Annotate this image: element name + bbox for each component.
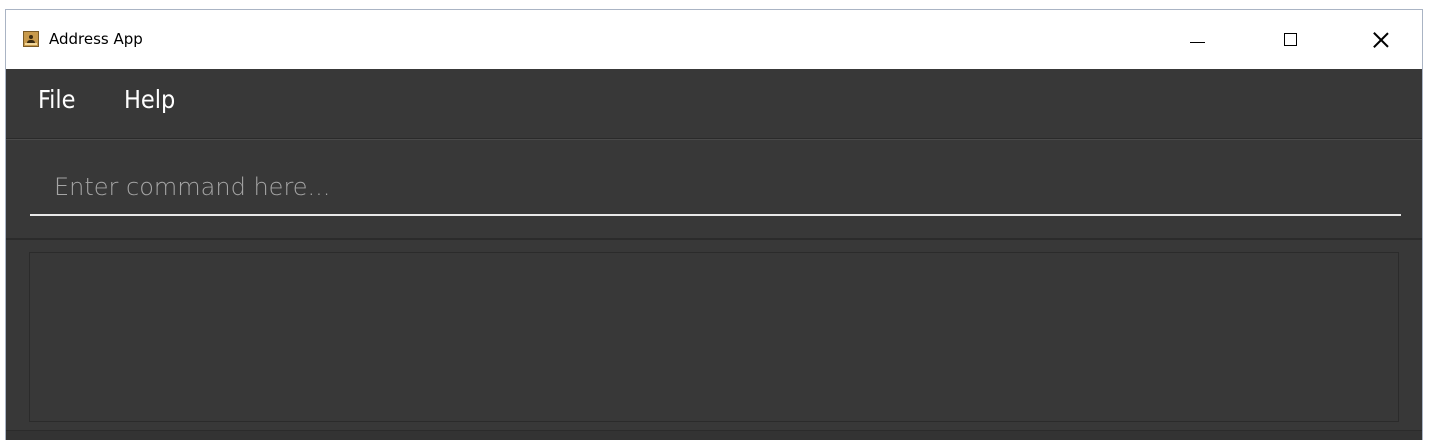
divider — [6, 238, 1422, 240]
command-box — [6, 139, 1422, 239]
minimize-button[interactable] — [1174, 10, 1220, 69]
title-bar[interactable]: Address App — [6, 10, 1422, 69]
command-input[interactable] — [30, 160, 1401, 216]
app-window: Address App File Help — [6, 10, 1422, 440]
menu-bar: File Help — [6, 69, 1422, 139]
bottom-panel-edge — [6, 430, 1422, 440]
window-title: Address App — [49, 30, 143, 48]
close-icon — [1373, 32, 1389, 48]
maximize-button[interactable] — [1267, 10, 1313, 69]
menu-help[interactable]: Help — [124, 85, 175, 114]
maximize-icon — [1283, 33, 1297, 46]
minimize-icon — [1189, 42, 1205, 43]
menu-file[interactable]: File — [38, 85, 75, 114]
result-display — [29, 252, 1399, 422]
address-book-icon — [23, 31, 39, 47]
close-button[interactable] — [1358, 10, 1404, 69]
